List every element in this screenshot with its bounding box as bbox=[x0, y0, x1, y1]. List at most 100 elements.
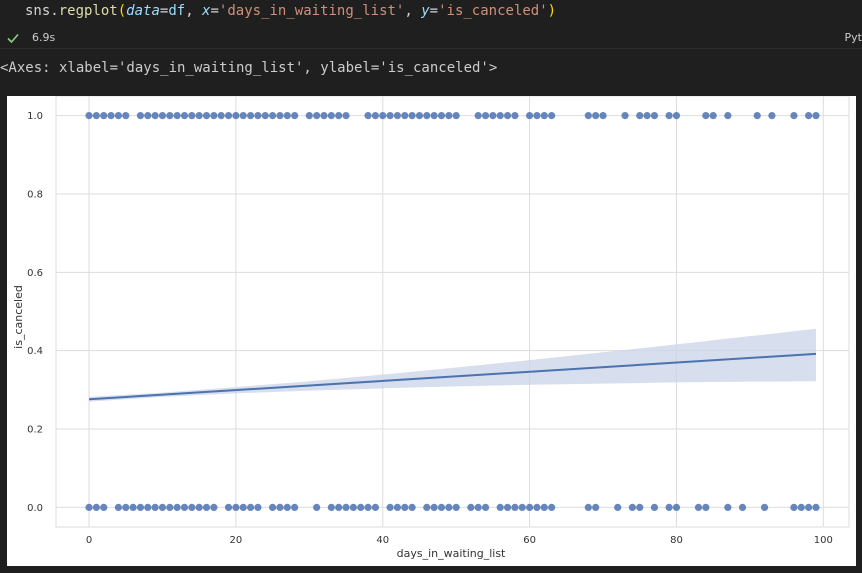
data-point-canceled bbox=[342, 111, 350, 120]
data-point-canceled bbox=[430, 111, 438, 120]
kernel-language-label[interactable]: Pyt bbox=[845, 31, 862, 44]
code-function: regplot bbox=[58, 3, 118, 19]
data-point-canceled bbox=[812, 111, 820, 120]
data-point-not-canceled bbox=[313, 503, 321, 512]
data-point-not-canceled bbox=[232, 503, 240, 512]
code-arg2-equals: = bbox=[210, 3, 219, 19]
data-point-canceled bbox=[540, 111, 548, 120]
code-arg2-value: 'days_in_waiting_list' bbox=[218, 3, 405, 19]
code-sep2: , bbox=[404, 3, 422, 19]
data-point-not-canceled bbox=[180, 503, 189, 512]
data-point-not-canceled bbox=[430, 503, 438, 512]
data-point-not-canceled bbox=[760, 503, 769, 512]
data-point-canceled bbox=[276, 111, 284, 120]
data-point-canceled bbox=[805, 111, 813, 120]
data-point-not-canceled bbox=[805, 503, 813, 512]
data-point-canceled bbox=[180, 111, 189, 120]
data-point-not-canceled bbox=[584, 503, 592, 512]
code-arg3-keyword: y bbox=[421, 3, 430, 19]
data-point-canceled bbox=[496, 111, 504, 120]
data-point-canceled bbox=[393, 111, 402, 120]
confidence-band bbox=[89, 328, 816, 402]
data-point-not-canceled bbox=[254, 503, 262, 512]
points-layer bbox=[85, 111, 820, 512]
code-open-paren: ( bbox=[117, 3, 127, 19]
data-point-canceled bbox=[305, 111, 313, 120]
data-point-not-canceled bbox=[694, 503, 703, 512]
data-point-canceled bbox=[643, 111, 651, 120]
data-point-canceled bbox=[151, 111, 159, 120]
data-point-canceled bbox=[768, 111, 776, 120]
x-tick-label: 20 bbox=[230, 535, 243, 546]
data-point-canceled bbox=[533, 111, 541, 120]
data-point-not-canceled bbox=[92, 503, 100, 512]
data-point-not-canceled bbox=[239, 503, 247, 512]
x-tick-label: 40 bbox=[376, 535, 389, 546]
data-point-canceled bbox=[114, 111, 123, 120]
data-point-canceled bbox=[291, 111, 299, 120]
data-point-canceled bbox=[92, 111, 100, 120]
data-point-canceled bbox=[188, 111, 196, 120]
data-point-not-canceled bbox=[636, 503, 644, 512]
data-point-canceled bbox=[379, 111, 387, 120]
code-arg1-keyword: data bbox=[126, 3, 160, 19]
data-point-canceled bbox=[283, 111, 291, 120]
data-point-not-canceled bbox=[511, 503, 519, 512]
data-point-canceled bbox=[525, 111, 534, 120]
data-point-canceled bbox=[371, 111, 380, 120]
data-point-not-canceled bbox=[349, 503, 357, 512]
data-point-canceled bbox=[423, 111, 431, 120]
code-close-paren: ) bbox=[547, 3, 557, 19]
data-point-not-canceled bbox=[592, 503, 600, 512]
data-point-canceled bbox=[224, 111, 233, 120]
y-tick-label: 1.0 bbox=[27, 111, 43, 122]
data-point-canceled bbox=[401, 111, 409, 120]
data-point-canceled bbox=[592, 111, 600, 120]
data-point-not-canceled bbox=[423, 503, 431, 512]
data-point-not-canceled bbox=[437, 503, 446, 512]
grid-layer bbox=[55, 96, 850, 528]
data-point-canceled bbox=[724, 111, 732, 120]
data-point-not-canceled bbox=[100, 503, 108, 512]
data-point-canceled bbox=[136, 111, 145, 120]
data-point-not-canceled bbox=[445, 503, 453, 512]
data-point-not-canceled bbox=[540, 503, 548, 512]
confidence-band-layer bbox=[89, 328, 816, 402]
data-point-canceled bbox=[173, 111, 181, 120]
data-point-not-canceled bbox=[129, 503, 137, 512]
data-point-not-canceled bbox=[790, 503, 798, 512]
data-point-canceled bbox=[672, 111, 681, 120]
data-point-not-canceled bbox=[291, 503, 299, 512]
data-point-canceled bbox=[636, 111, 644, 120]
data-point-canceled bbox=[650, 111, 659, 120]
data-point-not-canceled bbox=[364, 503, 372, 512]
data-point-not-canceled bbox=[628, 503, 636, 512]
data-point-not-canceled bbox=[386, 503, 394, 512]
data-point-not-canceled bbox=[144, 503, 152, 512]
data-point-canceled bbox=[320, 111, 328, 120]
x-tick-label: 60 bbox=[523, 535, 536, 546]
data-point-canceled bbox=[437, 111, 446, 120]
code-line[interactable]: sns.regplot(data=df, x='days_in_waiting_… bbox=[25, 3, 556, 19]
data-point-not-canceled bbox=[665, 503, 673, 512]
data-point-not-canceled bbox=[85, 503, 93, 512]
data-point-not-canceled bbox=[114, 503, 123, 512]
data-point-not-canceled bbox=[335, 503, 343, 512]
data-point-not-canceled bbox=[202, 503, 211, 512]
data-point-not-canceled bbox=[797, 503, 805, 512]
output-repr-text: <Axes: xlabel='days_in_waiting_list', yl… bbox=[0, 60, 498, 76]
data-point-canceled bbox=[85, 111, 93, 120]
data-point-not-canceled bbox=[408, 503, 416, 512]
data-point-not-canceled bbox=[474, 503, 482, 512]
data-point-canceled bbox=[511, 111, 519, 120]
code-arg1-value: df bbox=[168, 3, 186, 19]
data-point-canceled bbox=[481, 111, 490, 120]
data-point-not-canceled bbox=[650, 503, 659, 512]
data-point-not-canceled bbox=[122, 503, 130, 512]
data-point-canceled bbox=[261, 111, 269, 120]
data-point-not-canceled bbox=[401, 503, 409, 512]
data-point-not-canceled bbox=[173, 503, 181, 512]
data-point-not-canceled bbox=[518, 503, 526, 512]
tick-labels-layer: 0 20 40 60 80 100 0.0 0.2 0.4 0.6 0.8 1.0 bbox=[27, 111, 833, 546]
code-cell[interactable]: sns.regplot(data=df, x='days_in_waiting_… bbox=[0, 0, 862, 30]
